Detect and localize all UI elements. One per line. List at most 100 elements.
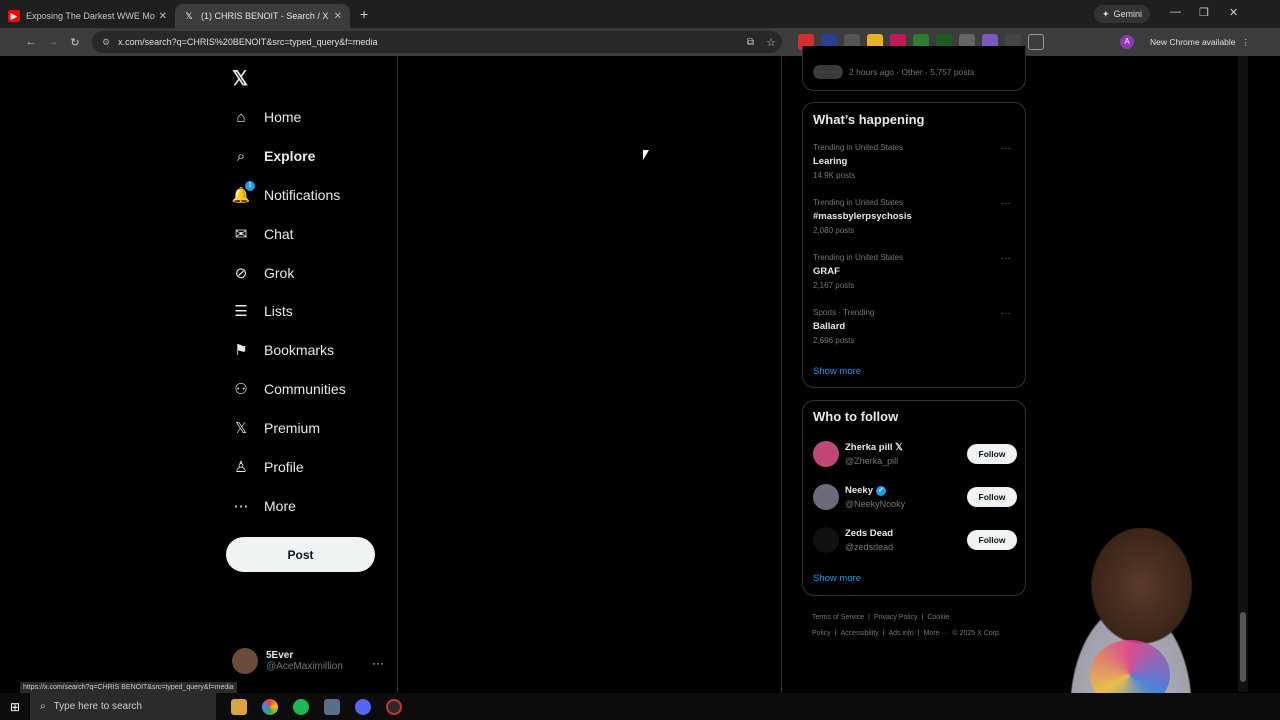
footer-link[interactable]: Accessibility: [841, 630, 879, 637]
app-icon[interactable]: [324, 698, 340, 715]
avatar: [813, 484, 839, 510]
trend-item[interactable]: Trending in United States GRAF 2,167 posts…: [813, 253, 1017, 290]
scrollbar[interactable]: [1238, 56, 1248, 692]
avatar-group: [813, 65, 843, 79]
post-button[interactable]: Post: [226, 537, 375, 572]
footer-link[interactable]: Privacy Policy: [874, 614, 918, 621]
sidebar-item-profile[interactable]: ♙ Profile: [232, 458, 303, 476]
footer-link[interactable]: © 2025 X Corp.: [952, 630, 1000, 637]
windows-start-icon[interactable]: ⊞: [0, 700, 30, 714]
sidebar-item-label: Chat: [264, 226, 294, 242]
trend-item[interactable]: Trending in United States Learing 14.9K po…: [813, 143, 1017, 180]
sidebar-item-chat[interactable]: ✉ Chat: [232, 225, 294, 243]
follow-name: Neeky: [845, 485, 873, 496]
close-window-icon[interactable]: ✕: [1229, 6, 1238, 19]
sidebar-item-explore[interactable]: ⌕ Explore: [232, 147, 316, 165]
chrome-icon[interactable]: [262, 698, 278, 715]
follow-suggestion[interactable]: Zherka pill 𝕏 @Zherka_pill Follow: [813, 439, 1017, 469]
section-title: Who to follow: [813, 409, 899, 424]
sidebar-item-label: Bookmarks: [264, 342, 335, 358]
puzzle-icon[interactable]: [1028, 34, 1044, 50]
lists-icon: ☰: [234, 303, 248, 320]
follow-button[interactable]: Follow: [967, 530, 1017, 550]
trend-meta: 2 hours ago · Other · 5,757 posts: [849, 67, 975, 77]
show-more-link[interactable]: Show more: [813, 573, 861, 584]
follow-name: Zherka pill 𝕏: [845, 442, 903, 453]
profile-avatar[interactable]: A: [1120, 35, 1134, 49]
trend-more-icon[interactable]: ···: [1001, 198, 1011, 209]
minimize-icon[interactable]: —: [1170, 6, 1181, 18]
sidebar-item-premium[interactable]: 𝕏 Premium: [232, 419, 320, 437]
discord-icon[interactable]: [355, 698, 371, 715]
trend-item[interactable]: Sports · Trending Ballard 2,696 posts ···: [813, 308, 1017, 345]
trend-context: Trending in United States: [813, 253, 903, 262]
taskbar-search[interactable]: ⌕ Type here to search: [30, 693, 216, 720]
sidebar-item-bookmarks[interactable]: ⚑ Bookmarks: [232, 341, 334, 359]
sidebar-item-communities[interactable]: ⚇ Communities: [232, 380, 345, 398]
close-tab-icon[interactable]: ✕: [334, 11, 342, 22]
close-tab-icon[interactable]: ✕: [159, 11, 167, 22]
address-bar[interactable]: ⚙ x.com/search?q=CHRIS%20BENOIT&src=type…: [92, 31, 782, 53]
trend-more-icon[interactable]: ···: [1001, 143, 1011, 154]
new-tab-icon[interactable]: +: [360, 6, 368, 22]
follow-handle: @NeekyNooky: [845, 499, 906, 509]
footer-link[interactable]: Ads info: [888, 630, 913, 637]
footer-links: Terms of Service | Privacy Policy | Cookie P…: [812, 610, 1026, 642]
reload-icon[interactable]: ↻: [64, 36, 86, 49]
sidebar-item-label: Notifications: [264, 187, 341, 203]
footer-link[interactable]: Terms of Service: [812, 614, 864, 621]
file-explorer-icon[interactable]: [231, 698, 247, 715]
follow-button[interactable]: Follow: [967, 444, 1017, 464]
x-logo-icon[interactable]: 𝕏: [232, 66, 248, 91]
install-icon[interactable]: ⧉: [747, 37, 754, 48]
home-icon: ⌂: [236, 108, 246, 126]
sidebar-item-notifications[interactable]: 🔔 1 Notifications: [232, 181, 341, 204]
account-name: 5Ever: [266, 650, 294, 661]
column-divider: [397, 56, 398, 692]
obs-icon[interactable]: [386, 698, 402, 715]
trend-more-icon[interactable]: ···: [1001, 253, 1011, 264]
show-more-link[interactable]: Show more: [813, 366, 861, 377]
account-menu-icon[interactable]: ···: [372, 656, 384, 670]
footer-separator: |: [868, 614, 870, 621]
sparkle-icon: ✦: [1102, 8, 1110, 19]
sidebar-item-home[interactable]: ⌂ Home: [232, 108, 301, 126]
notification-badge: 1: [245, 181, 255, 191]
youtube-icon: ▶: [8, 10, 20, 22]
whats-happening-card: What’s happening Trending in United Stat…: [802, 102, 1026, 388]
scrollbar-thumb[interactable]: [1240, 612, 1246, 682]
taskbar-search-placeholder: Type here to search: [53, 701, 142, 712]
follow-button[interactable]: Follow: [967, 487, 1017, 507]
forward-icon[interactable]: →: [42, 36, 64, 48]
tab-strip: ▶ Exposing The Darkest WWE Mo ✕ 𝕏 (1) CH…: [0, 0, 1280, 28]
trend-more-icon[interactable]: ···: [1001, 308, 1011, 319]
back-icon[interactable]: ←: [20, 36, 42, 48]
trend-item[interactable]: Trending in United States #massbylerpsych…: [813, 198, 1017, 235]
footer-separator: |: [917, 630, 920, 637]
trend-count: 2,167 posts: [813, 281, 855, 290]
status-url: https://x.com/search?q=CHRIS BENOIT&src=…: [20, 682, 237, 693]
sidebar-item-lists[interactable]: ☰ Lists: [232, 302, 293, 320]
trend-title: Learing: [813, 156, 848, 167]
footer-link[interactable]: More ···: [924, 630, 949, 637]
url-text: x.com/search?q=CHRIS%20BENOIT&src=typed_…: [118, 37, 378, 47]
follow-suggestion[interactable]: Neeky ✓ @NeekyNooky Follow: [813, 482, 1017, 512]
footer-separator: |: [921, 614, 924, 621]
sidebar-item-grok[interactable]: ⊘ Grok: [232, 264, 295, 282]
gemini-button[interactable]: ✦ Gemini: [1094, 5, 1151, 23]
restore-icon[interactable]: ❐: [1199, 6, 1209, 19]
sidebar-item-label: Explore: [264, 148, 316, 164]
follow-suggestion[interactable]: Zeds Dead @zedsdead Follow: [813, 525, 1017, 555]
account-switcher[interactable]: 5Ever @AceMaximillion: [232, 648, 343, 674]
tab-youtube[interactable]: ▶ Exposing The Darkest WWE Mo ✕: [0, 4, 175, 28]
avatar: [813, 441, 839, 467]
tab-title: Exposing The Darkest WWE Mo: [26, 11, 155, 21]
sidebar-item-more[interactable]: ⋯ More: [232, 497, 296, 515]
update-chrome-button[interactable]: New Chrome available ⋮: [1144, 33, 1256, 51]
search-icon: ⌕: [236, 147, 246, 165]
kebab-menu-icon[interactable]: ⋮: [1242, 37, 1251, 48]
bookmark-star-icon[interactable]: ☆: [766, 36, 776, 49]
spotify-icon[interactable]: [293, 698, 309, 715]
site-info-icon[interactable]: ⚙: [102, 37, 110, 48]
tab-x-search[interactable]: 𝕏 (1) CHRIS BENOIT - Search / X ✕: [175, 4, 350, 28]
